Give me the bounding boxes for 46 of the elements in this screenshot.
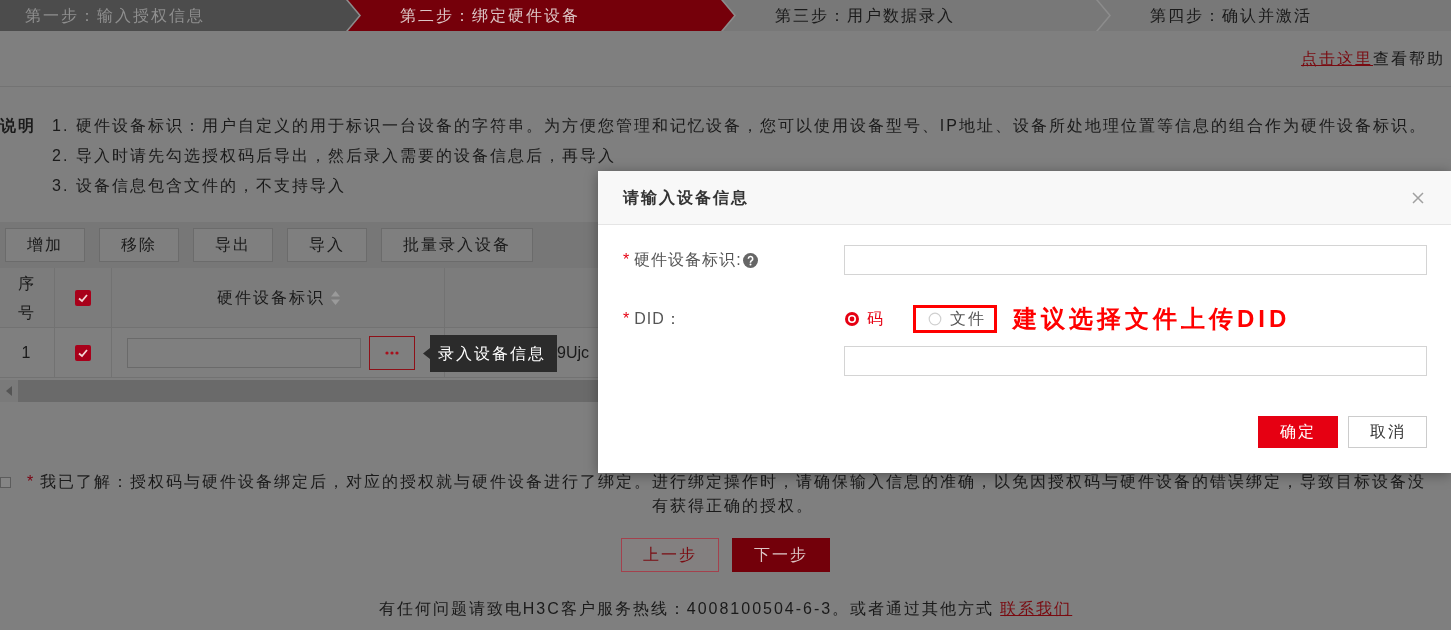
radio-option[interactable]: 码 (845, 307, 885, 331)
note-text: 1. 硬件设备标识：用户自定义的用于标识一台设备的字符串。为方便您管理和记忆设备，您可以使用设备型号、IP地址、设备所处地理位置等信息的组合作为硬件设备标识。 (52, 116, 1427, 136)
cancel-button[interactable]: 取消 (1348, 416, 1427, 448)
more-button[interactable] (369, 335, 415, 370)
note-text: 3. 设备信息包含文件的，不支持导入 (52, 176, 346, 196)
column-header: 序号 (17, 273, 37, 323)
help-link[interactable]: 点击这里 (1301, 46, 1373, 71)
footer-text: 有任何问题请致电H3C客户服务热线：4008100504-6-3。或者通过其他方式 (378, 599, 995, 619)
toolbar-button[interactable]: 导出 (193, 228, 273, 262)
help-text: 查看帮助 (1373, 48, 1445, 69)
radio-icon[interactable] (928, 312, 942, 326)
toolbar-button[interactable]: 导入 (287, 228, 367, 262)
checkbox[interactable] (0, 477, 11, 488)
checkbox[interactable] (75, 289, 91, 306)
tooltip: 录入设备信息 (423, 335, 557, 372)
column-header[interactable]: 硬件设备标识 (216, 283, 325, 312)
next-button[interactable]: 下一步 (732, 538, 830, 572)
row-number: 1 (21, 342, 33, 363)
previous-button[interactable]: 上一步 (621, 538, 719, 572)
confirm-button[interactable]: 确定 (1258, 416, 1338, 448)
dialog-title: 请输入设备信息 (623, 187, 749, 208)
progress-step: 第二步：绑定硬件设备 (348, 0, 734, 31)
progress-step: 第四步：确认并激活 (1098, 0, 1451, 31)
toolbar-button[interactable]: 增加 (5, 228, 85, 262)
help-icon[interactable] (742, 252, 758, 268)
required-mark: * (27, 472, 36, 492)
toolbar-button[interactable]: 批量录入设备 (381, 228, 533, 262)
notes-title: 说明 (0, 116, 37, 136)
annotation-text: 建议选择文件上传DID (1013, 304, 1291, 334)
field-label: 硬件设备标识: (634, 250, 742, 270)
note-text: 2. 导入时请先勾选授权码后导出，然后录入需要的设备信息后，再导入 (52, 146, 616, 166)
table-cell-text: 9Ujc (557, 342, 589, 363)
required-mark: * (623, 309, 632, 329)
radio-icon[interactable] (845, 312, 859, 326)
agreement-text: 我已了解：授权码与硬件设备绑定后，对应的授权就与硬件设备进行了绑定。进行绑定操作时，请确保输入信息的准确，以免因授权码与硬件设备的错误绑定，导致目标设备没有获得正确的授权。 (38, 472, 1427, 516)
progress-step: 第三步：用户数据录入 (723, 0, 1109, 31)
close-icon[interactable] (1412, 191, 1424, 204)
sort-icon[interactable] (330, 290, 340, 305)
required-mark: * (623, 250, 632, 270)
field-label: DID： (634, 309, 682, 329)
radio-option[interactable]: 文件 (928, 307, 986, 331)
checkbox[interactable] (75, 344, 91, 361)
ellipsis-icon (385, 350, 399, 355)
contact-link[interactable]: 联系我们 (1000, 599, 1073, 619)
scroll-left-icon[interactable] (6, 386, 12, 396)
toolbar-button[interactable]: 移除 (99, 228, 179, 262)
